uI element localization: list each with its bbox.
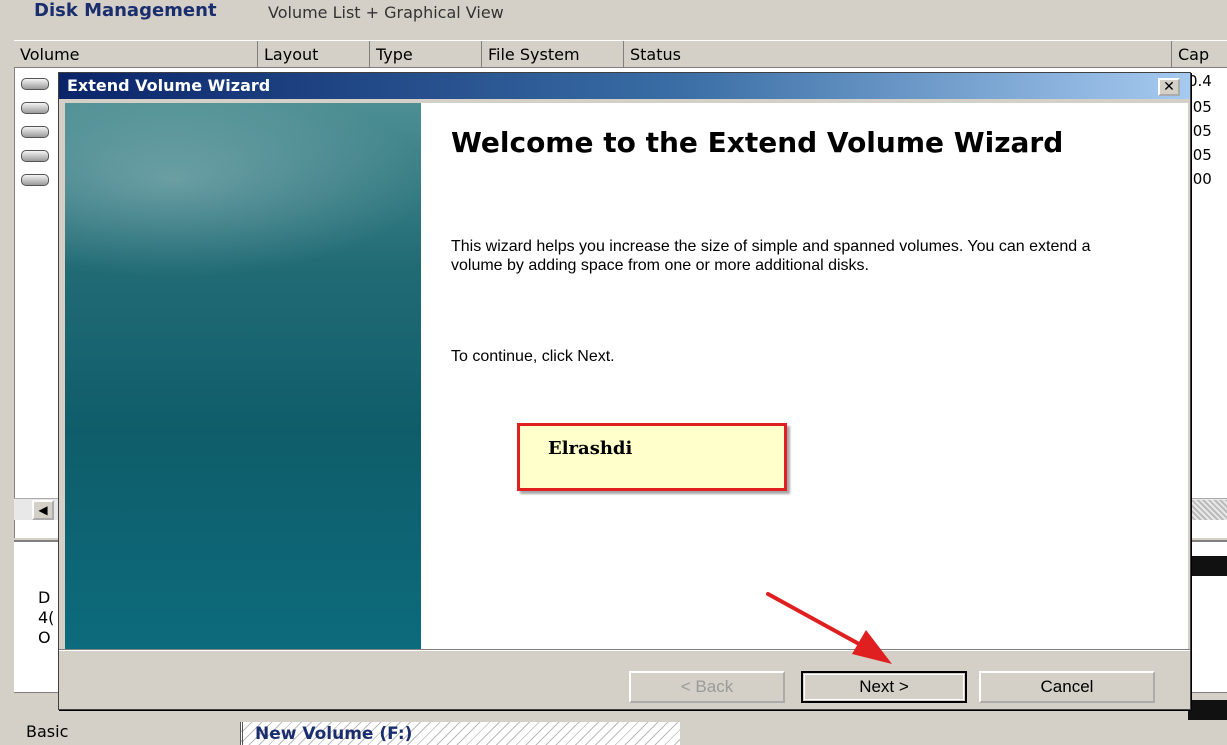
dialog-titlebar[interactable]: Extend Volume Wizard ✕	[59, 73, 1190, 99]
drive-icon	[21, 150, 49, 162]
continue-instruction: To continue, click Next.	[451, 348, 615, 365]
close-icon[interactable]: ✕	[1158, 78, 1180, 96]
welcome-description: This wizard helps you increase the size …	[451, 238, 1091, 274]
separator	[59, 649, 1190, 651]
drive-icon	[21, 102, 49, 114]
column-file-system[interactable]: File System	[482, 41, 624, 68]
back-button[interactable]: < Back	[629, 671, 785, 703]
disk-label: 4(	[38, 608, 55, 627]
disk-type-label: Basic	[26, 722, 69, 741]
disk-bar	[1188, 556, 1227, 576]
view-label: Volume List + Graphical View	[268, 3, 504, 22]
annotation-callout: Elrashdi	[517, 423, 787, 491]
drive-icon	[21, 174, 49, 186]
column-type[interactable]: Type	[370, 41, 482, 68]
welcome-heading: Welcome to the Extend Volume Wizard	[451, 126, 1064, 159]
disk-bar	[1188, 700, 1227, 720]
capacity-value: .05	[1188, 122, 1212, 140]
annotation-text: Elrashdi	[548, 438, 633, 459]
disk-management-titlebar: Disk Management Volume List + Graphical …	[0, 0, 1227, 30]
capacity-value: .00	[1188, 170, 1212, 188]
column-capacity[interactable]: Cap	[1172, 41, 1227, 68]
dialog-title: Extend Volume Wizard	[67, 76, 271, 95]
scroll-left-arrow-icon[interactable]: ◀	[32, 500, 54, 520]
capacity-value: .05	[1188, 146, 1212, 164]
scrollbar-track[interactable]	[1188, 500, 1227, 520]
drive-icon	[21, 126, 49, 138]
volume-list-header: Volume Layout Type File System Status Ca…	[14, 40, 1227, 68]
new-volume-partition[interactable]: New Volume (F:)	[240, 722, 680, 745]
disk-label: O	[38, 628, 51, 647]
wizard-content: Welcome to the Extend Volume Wizard This…	[421, 103, 1188, 649]
drive-icon	[21, 78, 49, 90]
disk-label: D	[38, 588, 51, 607]
column-status[interactable]: Status	[624, 41, 1172, 68]
app-title: Disk Management	[34, 0, 217, 21]
cancel-button[interactable]: Cancel	[979, 671, 1155, 703]
new-volume-label: New Volume (F:)	[255, 724, 413, 744]
next-button[interactable]: Next >	[801, 671, 967, 703]
extend-volume-wizard-dialog: Extend Volume Wizard ✕ Welcome to the Ex…	[58, 72, 1191, 710]
wizard-side-graphic	[65, 103, 421, 649]
column-layout[interactable]: Layout	[258, 41, 370, 68]
capacity-value: 0.4	[1188, 72, 1212, 90]
column-volume[interactable]: Volume	[14, 41, 258, 68]
capacity-value: .05	[1188, 98, 1212, 116]
